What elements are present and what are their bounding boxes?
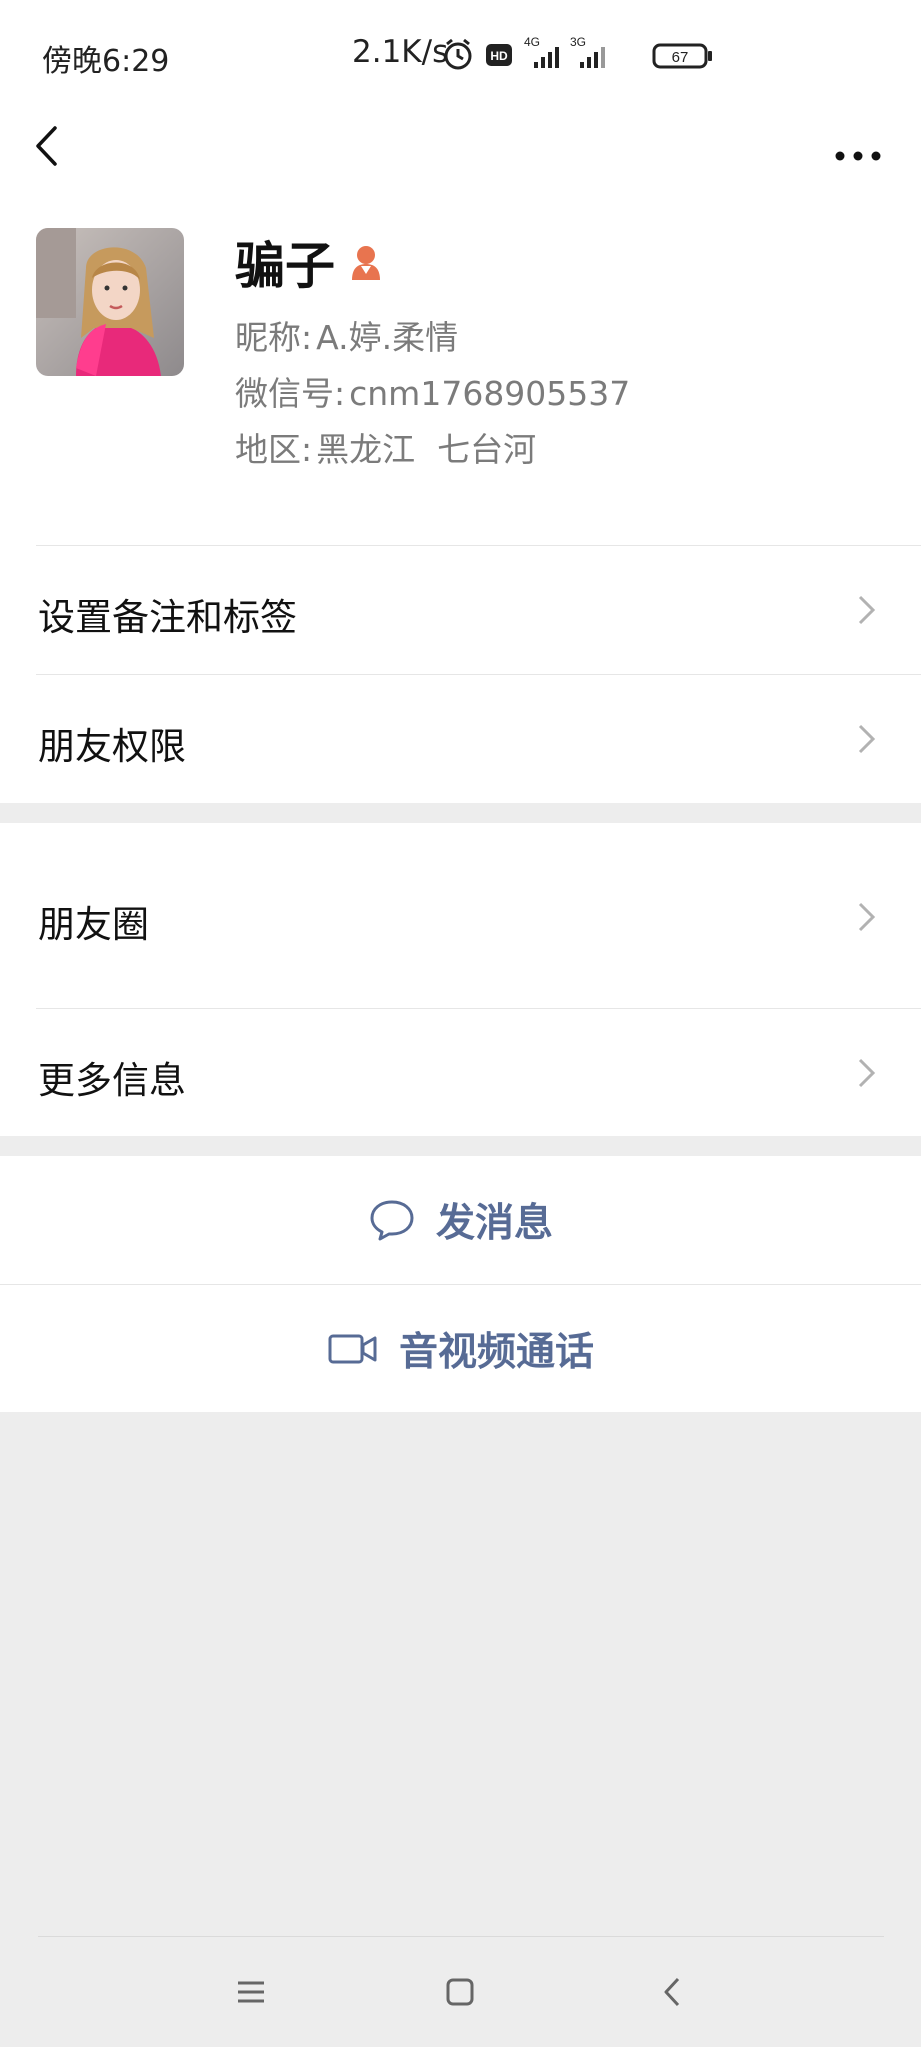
status-time: 傍晚6:29 bbox=[42, 44, 170, 79]
profile-card: 骗子 昵称: A.婷.柔情 微信号: cnm1768905537 地区: 黑龙江 七台河 bbox=[0, 220, 921, 545]
nickname-line: 昵称: A.婷.柔情 bbox=[235, 316, 458, 360]
region-city: 七台河 bbox=[437, 430, 537, 469]
avatar[interactable] bbox=[36, 228, 184, 376]
more-info-row[interactable]: 更多信息 bbox=[0, 1008, 921, 1136]
back-button[interactable] bbox=[28, 118, 76, 174]
settings-section: 设置备注和标签 朋友权限 bbox=[0, 545, 921, 803]
sim2-label: 3G bbox=[570, 36, 586, 49]
video-call-content: 音视频通话 bbox=[0, 1285, 921, 1412]
wechat-id-value[interactable]: cnm1768905537 bbox=[349, 374, 630, 413]
wechat-id-label: 微信号: bbox=[235, 374, 346, 413]
back-arrow-icon bbox=[664, 1977, 680, 2007]
region-line: 地区: 黑龙江 七台河 bbox=[235, 428, 536, 472]
wechat-id-line: 微信号: cnm1768905537 bbox=[235, 372, 630, 416]
alarm-icon bbox=[444, 38, 472, 70]
more-button[interactable] bbox=[828, 128, 888, 164]
status-icons: HD 4G 3G 67 bbox=[442, 36, 722, 72]
home-button[interactable] bbox=[435, 1967, 485, 2017]
permissions-label: 朋友权限 bbox=[38, 725, 186, 768]
nav-bar bbox=[0, 108, 921, 220]
info-section: 朋友圈 更多信息 bbox=[0, 823, 921, 1136]
battery-level: 67 bbox=[672, 49, 689, 66]
system-nav-bar bbox=[0, 1937, 921, 2047]
send-message-content: 发消息 bbox=[0, 1156, 921, 1284]
signal-4g-icon: 4G bbox=[524, 36, 559, 68]
more-dots-icon bbox=[835, 151, 881, 161]
remark-tags-label: 设置备注和标签 bbox=[38, 596, 297, 639]
more-info-label: 更多信息 bbox=[38, 1059, 186, 1102]
recent-apps-button[interactable] bbox=[226, 1967, 276, 2017]
chat-bubble-icon bbox=[370, 1200, 414, 1241]
moments-row[interactable]: 朋友圈 bbox=[0, 823, 921, 1008]
menu-lines-icon bbox=[238, 1981, 264, 2003]
hd-badge-text: HD bbox=[490, 49, 508, 63]
hd-icon: HD bbox=[486, 44, 512, 66]
video-call-button[interactable]: 音视频通话 bbox=[0, 1285, 921, 1412]
region-label: 地区: bbox=[235, 430, 313, 469]
female-icon bbox=[346, 242, 386, 282]
avatar-photo bbox=[36, 228, 184, 376]
nickname-value: A.婷.柔情 bbox=[316, 318, 459, 357]
video-camera-icon bbox=[328, 1334, 377, 1363]
system-back-button[interactable] bbox=[648, 1967, 698, 2017]
chevron-right-icon bbox=[858, 724, 876, 754]
network-speed: 2.1K/s bbox=[352, 34, 449, 70]
battery-icon: 67 bbox=[652, 43, 712, 69]
home-square-icon bbox=[446, 1978, 474, 2006]
video-call-label: 音视频通话 bbox=[398, 1329, 594, 1375]
nickname-label: 昵称: bbox=[235, 318, 313, 357]
display-name: 骗子 bbox=[235, 237, 335, 295]
send-message-button[interactable]: 发消息 bbox=[0, 1156, 921, 1284]
moments-label: 朋友圈 bbox=[38, 903, 149, 946]
status-bar: 傍晚6:29 2.1K/s HD 4G 3G 67 bbox=[0, 0, 921, 108]
chevron-right-icon bbox=[858, 1058, 876, 1088]
remark-tags-row[interactable]: 设置备注和标签 bbox=[0, 545, 921, 674]
region-province: 黑龙江 bbox=[316, 430, 416, 469]
chevron-left-icon bbox=[36, 126, 57, 166]
sim1-label: 4G bbox=[524, 36, 540, 49]
signal-3g-icon: 3G bbox=[570, 36, 605, 68]
chevron-right-icon bbox=[858, 595, 876, 625]
permissions-row[interactable]: 朋友权限 bbox=[0, 674, 921, 803]
chevron-right-icon bbox=[858, 902, 876, 932]
send-message-label: 发消息 bbox=[435, 1201, 553, 1246]
